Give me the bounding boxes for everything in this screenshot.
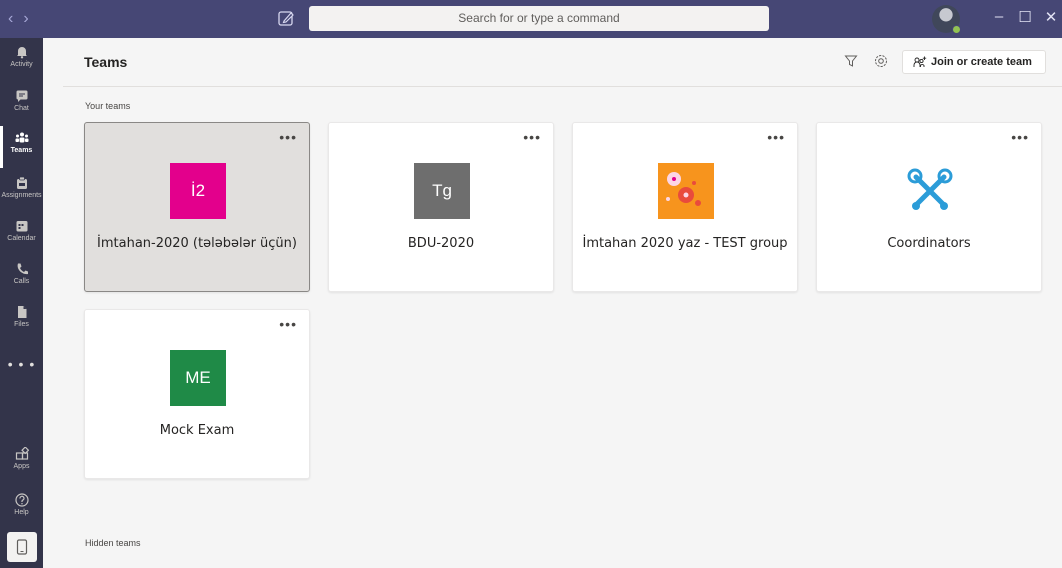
rail-item-label: Help [14,509,29,516]
rail-item-chat[interactable]: Chat [0,84,43,126]
close-button[interactable]: ✕ [1041,8,1061,26]
team-avatar [902,163,958,219]
more-options-icon[interactable]: ••• [279,317,297,331]
bell-icon [16,47,27,59]
rail-item-label: Chat [14,105,29,112]
more-options-icon[interactable]: ••• [767,130,785,144]
maximize-button[interactable]: ☐ [1015,8,1035,26]
rail-item-label: Teams [10,147,33,154]
calendar-icon [16,221,27,232]
search-input[interactable]: Search for or type a command [309,6,769,31]
rail-item-label: Activity [10,61,33,68]
more-apps-icon[interactable]: • • • [0,356,43,372]
team-name: İmtahan 2020 yaz - TEST group [582,236,788,251]
new-chat-icon[interactable] [276,9,296,29]
more-options-icon[interactable]: ••• [523,130,541,144]
team-avatar: ME [170,350,226,406]
history-nav: ‹› [8,10,39,28]
rail-item-label: Assignments [1,192,42,199]
rail-item-files[interactable]: Files [0,300,43,342]
teams-icon [15,132,28,143]
team-name: İmtahan-2020 (tələbələr üçün) [97,236,297,251]
rail-item-label: Calendar [7,235,36,242]
rail-item-activity[interactable]: Activity [0,40,43,82]
more-options-icon[interactable]: ••• [1011,130,1029,144]
assignments-icon [16,176,27,189]
rail-item-label: Calls [13,278,30,285]
rail-item-calendar[interactable]: Calendar [0,214,43,256]
rail-item-calls[interactable]: Calls [0,257,43,299]
mobile-phone-icon [16,539,28,555]
join-button-label: Join or create team [931,56,1032,68]
rail-item-teams[interactable]: Teams [0,126,43,168]
team-card[interactable]: ••• İ2 İmtahan-2020 (tələbələr üçün) [84,122,310,292]
team-card[interactable]: ••• İmtahan 2020 yaz - TEST group [572,122,798,292]
team-avatar: Tg [414,163,470,219]
download-mobile-button[interactable] [7,532,37,562]
team-card[interactable]: ••• ME Mock Exam [84,309,310,479]
your-teams-heading: Your teams [85,101,131,111]
rail-item-label: Apps [13,463,30,470]
rail-item-assignments[interactable]: Assignments [0,171,43,213]
phone-icon [17,263,28,275]
more-options-icon[interactable]: ••• [279,130,297,144]
team-card[interactable]: ••• Tg BDU-2020 [328,122,554,292]
forward-arrow-icon[interactable]: › [23,10,38,27]
title-bar: ‹› Search for or type a command – ☐ ✕ [0,0,1062,38]
rail-item-help[interactable]: Help [0,488,43,530]
back-arrow-icon[interactable]: ‹ [8,10,23,27]
file-icon [17,306,26,318]
presence-badge [952,25,961,34]
chat-icon [16,90,27,102]
team-name: Mock Exam [159,423,235,438]
team-name: BDU-2020 [407,236,475,251]
team-avatar [658,163,714,219]
page-title: Teams [84,54,128,70]
join-or-create-team-button[interactable]: Join or create team [902,50,1046,74]
rail-item-label: Files [14,321,29,328]
teams-header: Teams Join or create team [63,38,1062,86]
flower-icon [666,172,701,206]
app-rail: Activity Chat Teams Assignments Calendar… [0,38,43,568]
team-name: Coordinators [887,236,971,251]
help-icon [14,493,29,507]
team-card[interactable]: ••• Coordinators [816,122,1042,292]
rail-item-apps[interactable]: Apps [0,442,43,484]
team-avatar: İ2 [170,163,226,219]
minimize-button[interactable]: – [989,8,1009,25]
hidden-teams-heading[interactable]: Hidden teams [85,538,141,548]
apps-icon [15,447,29,460]
filter-icon[interactable] [844,54,858,68]
add-team-icon [913,56,927,67]
gear-icon[interactable] [873,53,889,69]
header-divider [63,86,1062,87]
tools-icon [907,168,953,210]
